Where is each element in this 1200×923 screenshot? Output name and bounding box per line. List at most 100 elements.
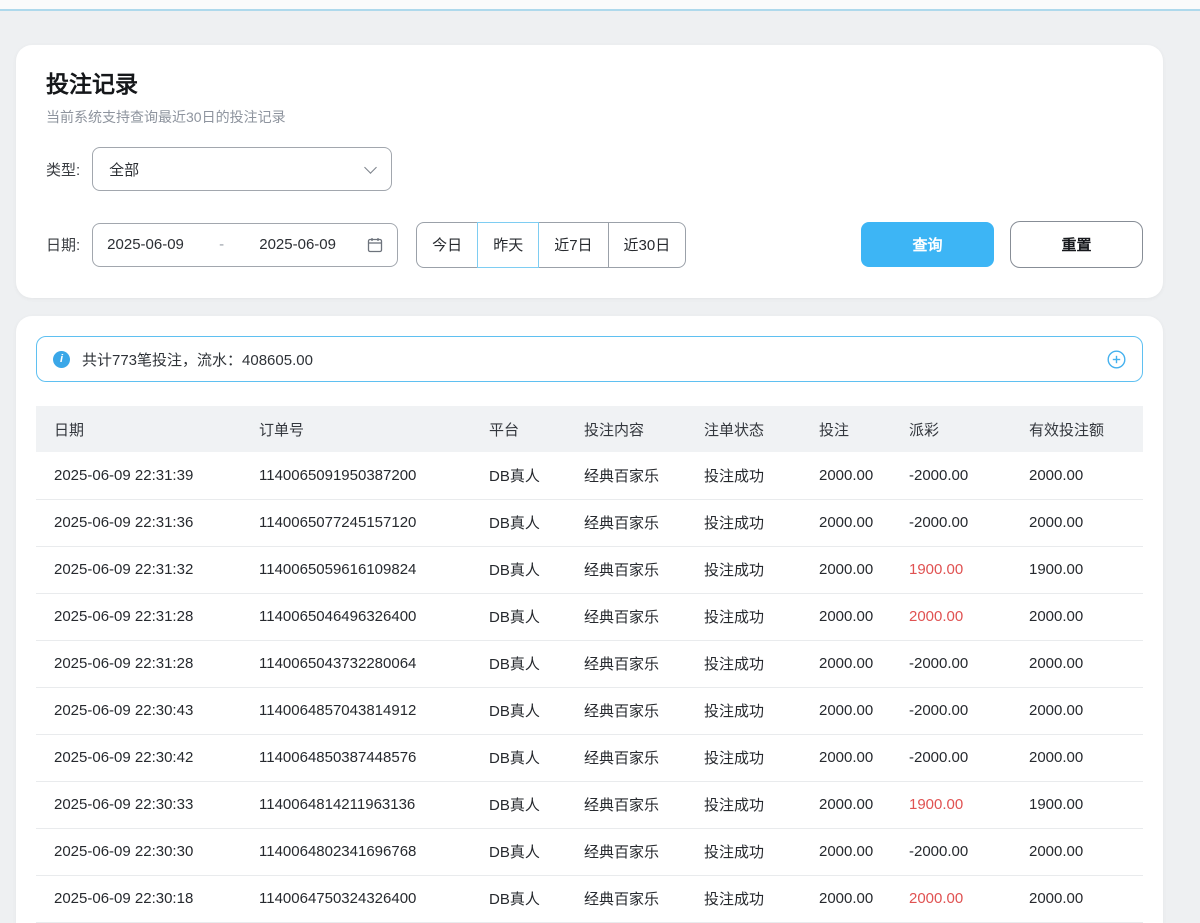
cell-status: 投注成功 <box>686 640 801 687</box>
table-row: 2025-06-09 22:31:391140065091950387200DB… <box>36 452 1143 499</box>
cell-date: 2025-06-09 22:30:42 <box>36 734 241 781</box>
cell-content: 经典百家乐 <box>566 875 686 922</box>
cell-order-no: 1140064750324326400 <box>241 875 471 922</box>
cell-content: 经典百家乐 <box>566 640 686 687</box>
cell-date: 2025-06-09 22:31:28 <box>36 640 241 687</box>
cell-status: 投注成功 <box>686 452 801 499</box>
column-header: 派彩 <box>891 406 1011 452</box>
cell-platform: DB真人 <box>471 452 566 499</box>
cell-order-no: 1140064850387448576 <box>241 734 471 781</box>
cell-content: 经典百家乐 <box>566 546 686 593</box>
date-end-value: 2025-06-09 <box>259 236 336 253</box>
cell-content: 经典百家乐 <box>566 452 686 499</box>
chevron-down-icon <box>364 161 377 174</box>
cell-content: 经典百家乐 <box>566 593 686 640</box>
date-start-value: 2025-06-09 <box>107 236 184 253</box>
cell-valid-bet: 2000.00 <box>1011 452 1143 499</box>
page-subtitle: 当前系统支持查询最近30日的投注记录 <box>46 107 1143 127</box>
cell-platform: DB真人 <box>471 499 566 546</box>
cell-order-no: 1140065046496326400 <box>241 593 471 640</box>
page-title: 投注记录 <box>46 65 1143 99</box>
cell-date: 2025-06-09 22:30:30 <box>36 828 241 875</box>
cell-platform: DB真人 <box>471 781 566 828</box>
table-row: 2025-06-09 22:30:181140064750324326400DB… <box>36 875 1143 922</box>
cell-platform: DB真人 <box>471 593 566 640</box>
cell-date: 2025-06-09 22:31:39 <box>36 452 241 499</box>
reset-button[interactable]: 重置 <box>1010 221 1143 268</box>
cell-date: 2025-06-09 22:31:36 <box>36 499 241 546</box>
quick-range-button-2[interactable]: 近7日 <box>538 222 608 268</box>
cell-payout: 1900.00 <box>891 781 1011 828</box>
cell-platform: DB真人 <box>471 687 566 734</box>
table-row: 2025-06-09 22:31:281140065043732280064DB… <box>36 640 1143 687</box>
type-select-value: 全部 <box>109 159 139 180</box>
cell-valid-bet: 2000.00 <box>1011 640 1143 687</box>
circle-plus-icon[interactable] <box>1107 350 1126 369</box>
cell-status: 投注成功 <box>686 593 801 640</box>
cell-status: 投注成功 <box>686 734 801 781</box>
cell-status: 投注成功 <box>686 875 801 922</box>
quick-range-button-0[interactable]: 今日 <box>416 222 478 268</box>
cell-order-no: 1140065077245157120 <box>241 499 471 546</box>
query-button[interactable]: 查询 <box>861 222 994 267</box>
table-row: 2025-06-09 22:30:431140064857043814912DB… <box>36 687 1143 734</box>
quick-range-button-1[interactable]: 昨天 <box>477 222 539 268</box>
cell-order-no: 1140064857043814912 <box>241 687 471 734</box>
date-label: 日期: <box>46 234 80 255</box>
cell-bet: 2000.00 <box>801 875 891 922</box>
cell-status: 投注成功 <box>686 499 801 546</box>
top-divider <box>0 0 1200 11</box>
cell-status: 投注成功 <box>686 828 801 875</box>
cell-date: 2025-06-09 22:31:32 <box>36 546 241 593</box>
bet-records-table: 日期订单号平台投注内容注单状态投注派彩有效投注额 2025-06-09 22:3… <box>36 406 1143 923</box>
cell-valid-bet: 2000.00 <box>1011 875 1143 922</box>
type-select[interactable]: 全部 <box>92 147 392 191</box>
results-card: i 共计773笔投注，流水：408605.00 日期订单号平台投注内容注单状态投… <box>16 316 1163 923</box>
cell-payout: -2000.00 <box>891 452 1011 499</box>
table-row: 2025-06-09 22:30:331140064814211963136DB… <box>36 781 1143 828</box>
cell-date: 2025-06-09 22:30:33 <box>36 781 241 828</box>
cell-payout: -2000.00 <box>891 499 1011 546</box>
calendar-icon <box>367 237 383 253</box>
cell-bet: 2000.00 <box>801 452 891 499</box>
cell-valid-bet: 2000.00 <box>1011 734 1143 781</box>
cell-order-no: 1140065091950387200 <box>241 452 471 499</box>
cell-content: 经典百家乐 <box>566 499 686 546</box>
cell-payout: 1900.00 <box>891 546 1011 593</box>
filter-card: 投注记录 当前系统支持查询最近30日的投注记录 类型: 全部 日期: 2025-… <box>16 45 1163 298</box>
cell-platform: DB真人 <box>471 828 566 875</box>
cell-bet: 2000.00 <box>801 734 891 781</box>
date-filter-row: 日期: 2025-06-09 - 2025-06-09 今日昨天近7日近30日 … <box>46 221 1143 268</box>
cell-order-no: 1140065043732280064 <box>241 640 471 687</box>
cell-platform: DB真人 <box>471 734 566 781</box>
column-header: 日期 <box>36 406 241 452</box>
type-filter-row: 类型: 全部 <box>46 147 1143 191</box>
column-header: 有效投注额 <box>1011 406 1143 452</box>
info-icon: i <box>53 351 70 368</box>
cell-payout: 2000.00 <box>891 875 1011 922</box>
table-row: 2025-06-09 22:30:421140064850387448576DB… <box>36 734 1143 781</box>
cell-valid-bet: 1900.00 <box>1011 546 1143 593</box>
cell-payout: -2000.00 <box>891 640 1011 687</box>
type-label: 类型: <box>46 159 80 180</box>
cell-date: 2025-06-09 22:30:43 <box>36 687 241 734</box>
table-row: 2025-06-09 22:30:301140064802341696768DB… <box>36 828 1143 875</box>
cell-bet: 2000.00 <box>801 499 891 546</box>
cell-date: 2025-06-09 22:31:28 <box>36 593 241 640</box>
quick-range-group: 今日昨天近7日近30日 <box>416 222 686 268</box>
cell-valid-bet: 2000.00 <box>1011 499 1143 546</box>
column-header: 注单状态 <box>686 406 801 452</box>
cell-order-no: 1140064802341696768 <box>241 828 471 875</box>
cell-valid-bet: 1900.00 <box>1011 781 1143 828</box>
quick-range-button-3[interactable]: 近30日 <box>608 222 687 268</box>
cell-bet: 2000.00 <box>801 640 891 687</box>
cell-payout: -2000.00 <box>891 734 1011 781</box>
cell-order-no: 1140065059616109824 <box>241 546 471 593</box>
cell-bet: 2000.00 <box>801 546 891 593</box>
cell-bet: 2000.00 <box>801 828 891 875</box>
date-range-separator: - <box>215 236 228 253</box>
column-header: 平台 <box>471 406 566 452</box>
column-header: 订单号 <box>241 406 471 452</box>
date-range-input[interactable]: 2025-06-09 - 2025-06-09 <box>92 223 398 267</box>
cell-platform: DB真人 <box>471 546 566 593</box>
